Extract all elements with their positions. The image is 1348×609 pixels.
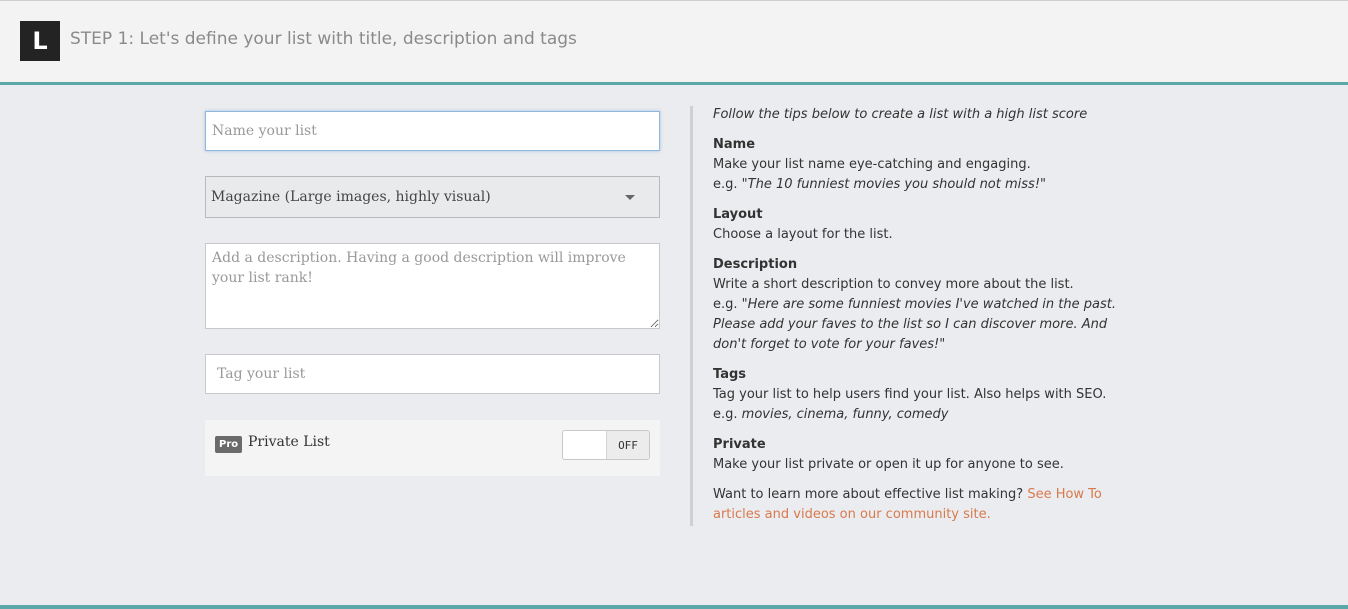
tip-example-prefix: e.g. — [713, 407, 738, 422]
tip-heading: Layout — [713, 207, 763, 222]
tips-intro: Follow the tips below to create a list w… — [713, 107, 1088, 122]
tip-heading: Description — [713, 257, 798, 272]
tip-text: Make your list private or open it up for… — [713, 457, 1064, 472]
learn-more-text: Want to learn more about effective list … — [713, 487, 1024, 502]
tip-example-prefix: e.g. — [713, 297, 738, 312]
page-header: L STEP 1: Let's define your list with ti… — [0, 0, 1348, 85]
bottom-accent-line — [0, 605, 1348, 609]
tip-example-prefix: e.g. — [713, 177, 738, 192]
tip-example-text: "Here are some funniest movies I've watc… — [713, 297, 1116, 352]
column-divider — [690, 106, 693, 526]
pro-badge: Pro — [215, 436, 243, 453]
step-title: STEP 1: Let's define your list with titl… — [70, 29, 577, 49]
tip-example-text: "The 10 funniest movies you should not m… — [741, 177, 1047, 192]
tag-input[interactable] — [205, 354, 660, 394]
caret-down-icon — [625, 195, 635, 200]
private-list-label: Private List — [248, 434, 330, 450]
tip-description: Description Write a short description to… — [713, 255, 1133, 355]
tip-heading: Tags — [713, 367, 747, 382]
tip-text: Write a short description to convey more… — [713, 277, 1074, 292]
layout-select[interactable]: Magazine (Large images, highly visual) — [205, 176, 660, 218]
learn-more: Want to learn more about effective list … — [713, 485, 1133, 525]
tip-tags: Tags Tag your list to help users find yo… — [713, 365, 1133, 425]
tip-text: Tag your list to help users find your li… — [713, 387, 1107, 402]
tip-example: e.g. "Here are some funniest movies I've… — [713, 295, 1133, 355]
description-textarea[interactable] — [205, 243, 660, 329]
tip-private: Private Make your list private or open i… — [713, 435, 1133, 475]
tip-layout: Layout Choose a layout for the list. — [713, 205, 1133, 245]
logo[interactable]: L — [20, 21, 60, 61]
tip-example: e.g. "The 10 funniest movies you should … — [713, 175, 1133, 195]
tip-text: Make your list name eye-catching and eng… — [713, 157, 1031, 172]
toggle-state-label: OFF — [606, 431, 649, 459]
tip-heading: Private — [713, 437, 766, 452]
tip-example: e.g. movies, cinema, funny, comedy — [713, 405, 1133, 425]
tip-text: Choose a layout for the list. — [713, 227, 893, 242]
tips-panel: Follow the tips below to create a list w… — [713, 105, 1133, 535]
private-list-row: Pro Private List OFF — [205, 420, 660, 476]
private-toggle[interactable]: OFF — [562, 430, 650, 460]
name-input[interactable] — [205, 111, 660, 151]
layout-select-value: Magazine (Large images, highly visual) — [211, 189, 491, 205]
tip-name: Name Make your list name eye-catching an… — [713, 135, 1133, 195]
tip-heading: Name — [713, 137, 756, 152]
tip-example-text: movies, cinema, funny, comedy — [741, 407, 949, 422]
